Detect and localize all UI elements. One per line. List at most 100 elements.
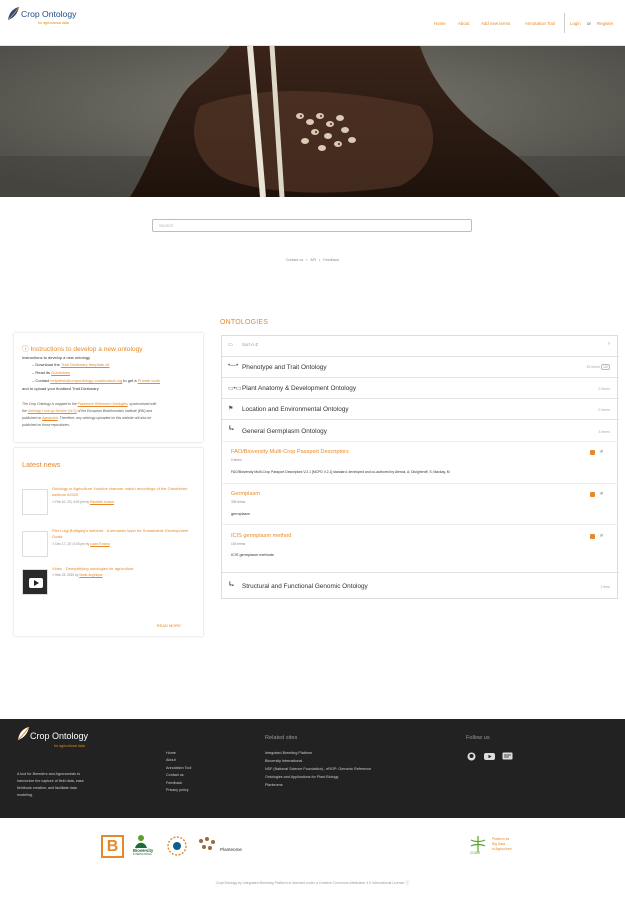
nav-add-new-terms[interactable]: Add new terms [481,21,510,26]
planteome-link[interactable]: Planteome Reference Ontologies [78,402,128,406]
note-line-1: The Crop Ontology is mapped to the Plant… [22,402,157,406]
rss-icon[interactable] [590,534,595,539]
news-item[interactable]: Pier Luigi Buttigieg's webinar - A seman… [22,528,197,558]
guidelines-link[interactable]: Guidelines [51,370,70,375]
related-link-planteome[interactable]: Planteome [265,783,283,787]
ontology-title[interactable]: ICIS germplasm method [231,533,291,539]
step-upload: and to upload your finalised Trait Dicti… [22,386,99,391]
news-meta: ⏱ Dec 17, 20 | 4:00 pm by Laura Forcina [52,542,110,546]
leaf-icon [7,6,20,21]
download-icon[interactable]: 🗎 [600,533,603,540]
chevron-right-icon: › [608,341,610,347]
template-link[interactable]: Trait Dictionary template v5 [61,362,110,367]
login-link[interactable]: Login [570,21,581,26]
partner-logo-planteome[interactable]: Planteome [196,836,246,856]
instructions-heading: ⓘ Instructions to develop a new ontology [22,346,143,353]
private-code-link[interactable]: Private code [138,378,160,383]
feedback-link[interactable]: Feedback [323,258,339,262]
creative-commons-icon[interactable]: ⓒ [405,880,409,885]
gene-ontology-logo[interactable] [166,835,188,857]
youtube-icon[interactable] [484,752,495,761]
contact-us-link[interactable]: Contact us [286,258,303,262]
news-card: Latest news Ontology in Agriculture Yout… [14,448,203,636]
related-link-nsf[interactable]: NSF (National Science Foundation) - eROP… [265,767,371,771]
site-header: Crop Ontology for agricultural data Home… [0,0,625,46]
category-location-environment[interactable]: ⚑ Location and Environmental Ontology 2 … [222,398,619,419]
agroportal-link[interactable]: Agroportal [42,416,58,420]
footer-nav-privacy[interactable]: Privacy policy [166,788,189,792]
partner-logo-b[interactable]: B [101,835,124,858]
category-plant-anatomy[interactable]: ▭•▭ Plant Anatomy & Development Ontology… [222,377,619,398]
register-link[interactable]: Register [597,21,613,26]
germplasm-icon: ┗▪ [228,427,234,433]
download-icon[interactable]: 🗎 [600,449,603,456]
read-more-link[interactable]: READ MORE [157,623,181,628]
hero-image [0,46,625,197]
category-structural-genomic[interactable]: ┗▪ Structural and Functional Genomic Ont… [222,572,619,600]
news-item[interactable]: Ontology in Agriculture Youtube channel:… [22,486,197,516]
category-count: 1 item [600,585,610,589]
news-title[interactable]: Ontology in Agriculture Youtube channel:… [52,486,197,498]
ontology-description: FAO/Bioversity Multi-Crop Passport Descr… [231,470,450,474]
sort-row[interactable]: ▭ Sort A-Z › [222,336,619,356]
separator: • [306,258,308,262]
news-meta: ⏱ Feb 10, 20 | 4:00 pm by Elizabeth Arna… [52,500,114,504]
footer-logo[interactable]: Crop Ontology for agricultural data [16,726,106,756]
news-meta: ⏱ Mar 23, 2019 by Marie-Angélique [52,573,103,577]
rss-icon[interactable] [590,450,595,455]
ols-link[interactable]: Ontology Look-up Service (OLS) [28,409,77,413]
category-title: Plant Anatomy & Development Ontology [242,385,357,392]
news-item[interactable]: Video - Demystifying ontologies for agri… [22,566,197,596]
nav-divider [564,13,565,33]
ontology-item[interactable]: ICIS germplasm method 104 terms ICIS ger… [222,524,619,572]
download-icon[interactable]: 🗎 [600,491,603,498]
category-title: Location and Environmental Ontology [242,406,349,413]
site-logo[interactable]: Crop Ontology for agricultural data [6,6,78,30]
blog-icon[interactable] [502,752,513,762]
footer-nav-annotation[interactable]: Annotation Tool [166,766,191,770]
category-count: 2 items [598,408,610,412]
category-phenotype-trait[interactable]: •—• Phenotype and Trait Ontology 35 item… [222,356,619,377]
news-title[interactable]: Video - Demystifying ontologies for agri… [52,566,197,572]
footer-nav-feedback[interactable]: Feedback [166,781,182,785]
category-general-germplasm[interactable]: ┗▪ General Germplasm Ontology 3 items [222,419,619,441]
ontology-terms: 0 terms [231,458,242,462]
ontology-terms: 104 terms [231,542,246,546]
bioversity-icon [135,835,147,848]
flag-icon: ⚑ [228,406,234,412]
nav-about[interactable]: About [458,21,469,26]
related-link-bioversity[interactable]: Bioversity International [265,759,302,763]
footer-about-line: fieldbook creation, and facilitate data [17,786,77,790]
logo-title: Crop Ontology [21,9,77,19]
pager[interactable]: 1/2 [601,364,610,370]
ontology-description: germplasm [231,512,250,516]
partner-logo-cgiar-bigdata[interactable]: CGIAR Platform for Big Data in Agricultu… [468,834,524,858]
ontology-title[interactable]: FAO/Bioversity Multi-Crop Passport Descr… [231,449,349,455]
related-link-ontologies-apps[interactable]: Ontologies and Applications for Plant Bi… [265,775,338,779]
anatomy-icon: ▭•▭ [228,386,242,392]
github-icon[interactable] [467,752,476,761]
ontology-item[interactable]: FAO/Bioversity Multi-Crop Passport Descr… [222,441,619,483]
footer-nav-about[interactable]: About [166,758,176,762]
api-link[interactable]: API [310,258,316,262]
category-count: 35 items 1/2 [586,364,610,370]
nav-home[interactable]: Home [434,21,446,26]
ontology-terms: 339 terms [231,500,246,504]
ontology-title[interactable]: Germplasm [231,491,260,497]
ontology-item[interactable]: Germplasm 339 terms germplasm 🗎 [222,483,619,524]
video-thumbnail [22,569,48,595]
related-link-ibp[interactable]: Integrated Breeding Platform [265,751,312,755]
news-thumbnail [22,531,48,557]
search-input[interactable]: Search [152,219,472,232]
nav-annotation-tool[interactable]: Annotation Tool [525,21,555,26]
helpdesk-email-link[interactable]: helpdesk@cropontology-curationtool.org [50,378,122,383]
partners-strip: B Bioversity INTERNATIONAL Planteome CGI… [0,818,625,874]
partner-logo-bioversity[interactable]: Bioversity INTERNATIONAL [133,834,163,860]
footer-nav-home[interactable]: Home [166,751,176,755]
category-title: Structural and Functional Genomic Ontolo… [242,583,368,590]
news-heading: Latest news [22,460,61,469]
news-title[interactable]: Pier Luigi Buttigieg's webinar - A seman… [52,528,197,540]
rss-icon[interactable] [590,492,595,497]
footer-nav-contact[interactable]: Contact us [166,773,184,777]
license-text: CropOntology by Integrated Breeding Plat… [215,880,410,885]
